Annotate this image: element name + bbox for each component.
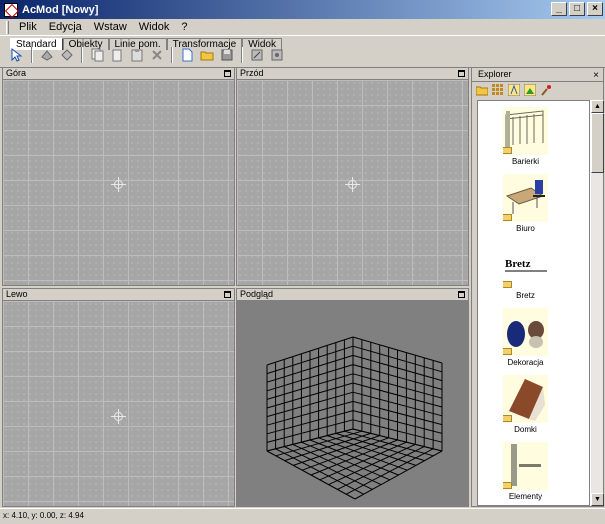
copy-icon[interactable] (88, 46, 106, 64)
maximize-viewport-icon[interactable] (458, 291, 465, 298)
viewport-title: Lewo (6, 289, 28, 299)
viewport-header: Lewo (3, 289, 234, 301)
viewport-title: Przód (240, 68, 264, 78)
viewport-preview[interactable]: Podgląd (236, 288, 469, 507)
library-icon[interactable] (507, 84, 520, 97)
menu-plik[interactable]: Plik (13, 21, 43, 33)
explorer-list[interactable]: Barierki Biuro Bretz Bretz Dekoracja Dom… (477, 100, 590, 506)
decoration-vase-icon (503, 308, 548, 356)
menu-help[interactable]: ? (175, 21, 193, 33)
save-icon[interactable] (218, 46, 236, 64)
grid-view-icon[interactable] (491, 84, 504, 97)
toolbar-separator (241, 47, 243, 63)
list-item-label: Barierki (511, 157, 540, 166)
viewport-top[interactable]: Góra (2, 67, 235, 286)
toolbar-separator (31, 47, 33, 63)
maximize-button[interactable]: □ (569, 2, 585, 16)
menu-widok[interactable]: Widok (133, 21, 176, 33)
office-desk-icon (503, 174, 548, 222)
folder-icon (503, 482, 512, 489)
element-icon (503, 442, 548, 490)
grid-line (335, 432, 425, 462)
menu-grip (6, 20, 9, 34)
paste-icon[interactable] (108, 46, 126, 64)
cursor-icon[interactable] (8, 46, 26, 64)
bretz-logo-icon: Bretz (503, 241, 548, 289)
title-bar: AcMod [Nowy] _ □ × (0, 0, 605, 19)
app-icon (4, 2, 18, 17)
grid-line (354, 450, 443, 500)
railing-icon (503, 107, 548, 155)
maximize-viewport-icon[interactable] (458, 70, 465, 77)
folder-icon (503, 147, 512, 154)
close-button[interactable]: × (587, 2, 603, 16)
toolbar-separator (171, 47, 173, 63)
explorer-scrollbar[interactable]: ▲ ▼ (590, 100, 604, 506)
house-icon (503, 375, 548, 423)
explorer-title: Explorer (478, 69, 512, 79)
explorer-panel: Explorer × Barierki Biuro Bretz Bretz De… (471, 67, 604, 507)
scroll-up-icon[interactable]: ▲ (591, 100, 604, 113)
viewport-title: Góra (6, 68, 27, 78)
scroll-thumb[interactable] (591, 113, 604, 173)
delete-icon[interactable] (148, 46, 166, 64)
viewport-front[interactable]: Przód (236, 67, 469, 286)
grid (3, 301, 234, 506)
toolbar-separator (81, 47, 83, 63)
folder-icon (503, 281, 512, 288)
origin-crosshair-icon (345, 177, 360, 192)
render-icon[interactable] (248, 46, 266, 64)
menu-bar: Plik Edycja Wstaw Widok ? (0, 19, 605, 36)
maximize-viewport-icon[interactable] (224, 70, 231, 77)
explorer-header: Explorer × (472, 68, 603, 82)
minimize-button[interactable]: _ (551, 2, 567, 16)
list-item-label: Elementy (508, 492, 543, 501)
status-bar: x: 4.10, y: 0.00, z: 4.94 (0, 508, 605, 524)
origin-crosshair-icon (111, 409, 126, 424)
viewport-header: Przód (237, 68, 468, 80)
standard-toolbar (8, 46, 286, 64)
clipboard-icon[interactable] (128, 46, 146, 64)
tool-a-icon[interactable] (38, 46, 56, 64)
list-item-label: Domki (514, 425, 537, 434)
folder-icon (503, 415, 512, 422)
tool-b-icon[interactable] (58, 46, 76, 64)
viewport-header: Podgląd (237, 289, 468, 301)
folder-icon (503, 348, 512, 355)
menu-edycja[interactable]: Edycja (43, 21, 88, 33)
svg-text:Bretz: Bretz (505, 258, 531, 270)
explorer-close-button[interactable]: × (593, 69, 599, 82)
coordinates-readout: x: 4.10, y: 0.00, z: 4.94 (3, 511, 84, 520)
3d-room-grid (266, 336, 443, 500)
export-icon[interactable] (268, 46, 286, 64)
list-item-label: Biuro (516, 224, 535, 233)
textures-icon[interactable] (523, 84, 536, 97)
list-item-label: Dekoracja (507, 358, 544, 367)
new-file-icon[interactable] (178, 46, 196, 64)
viewport-header: Góra (3, 68, 234, 80)
open-folder-icon[interactable] (198, 46, 216, 64)
maximize-viewport-icon[interactable] (224, 291, 231, 298)
list-item-label: Bretz (516, 291, 535, 300)
origin-crosshair-icon (111, 177, 126, 192)
menu-wstaw[interactable]: Wstaw (88, 21, 133, 33)
viewport-title: Podgląd (240, 289, 274, 299)
window-title: AcMod [Nowy] (22, 3, 99, 16)
folder-icon (503, 214, 512, 221)
paint-brush-icon[interactable] (539, 84, 552, 97)
scroll-down-icon[interactable]: ▼ (591, 493, 604, 506)
viewport-left[interactable]: Lewo (2, 288, 235, 507)
folder-up-icon[interactable] (475, 84, 488, 97)
